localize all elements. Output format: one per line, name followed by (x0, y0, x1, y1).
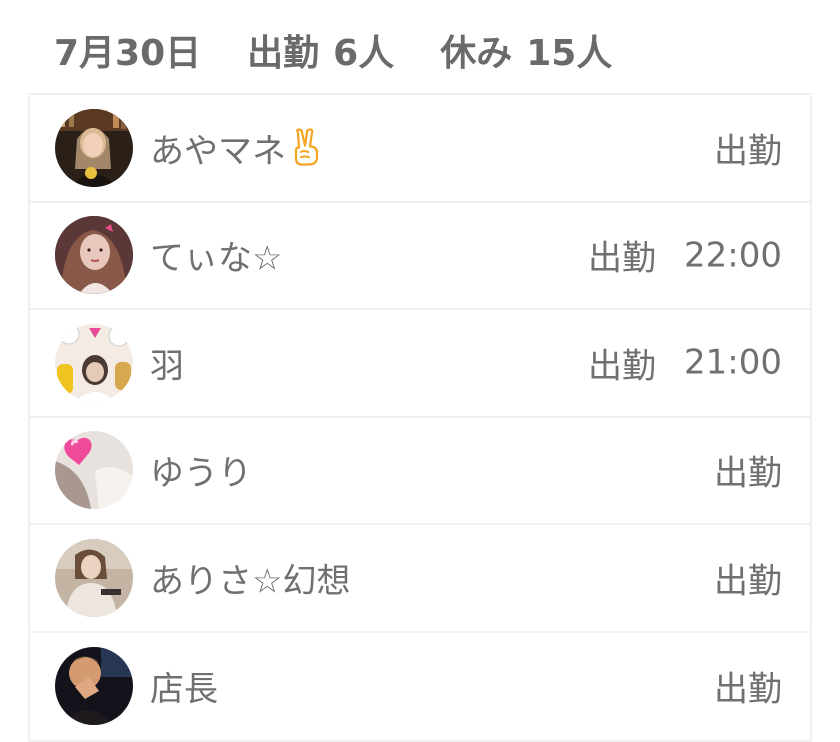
avatar[interactable] (55, 108, 133, 187)
working-label: 出勤 (247, 33, 320, 74)
start-time: 21:00 (684, 342, 782, 383)
staff-row[interactable]: ありさ☆幻想 出勤 (30, 525, 810, 633)
staff-row[interactable]: てぃな☆ 出勤 22:00 (30, 203, 810, 310)
start-time: 22:00 (684, 235, 782, 276)
status-label: 出勤 (714, 131, 782, 172)
staff-name: 店長 (150, 669, 218, 710)
attendance-status: 出勤 (714, 446, 782, 495)
staff-name: てぃな☆ (150, 238, 283, 279)
staff-name: ゆうり (150, 453, 252, 494)
off-summary: 休み 15人 (440, 24, 612, 76)
date-label: 7月30日 (54, 33, 202, 74)
avatar[interactable] (55, 538, 133, 617)
off-count: 15人 (526, 33, 613, 74)
avatar[interactable] (55, 323, 133, 402)
avatar[interactable] (55, 647, 133, 726)
staff-row[interactable]: 羽 出勤 21:00 (30, 310, 810, 418)
status-label: 出勤 (588, 346, 657, 387)
avatar[interactable] (55, 216, 133, 295)
staff-row[interactable]: 店長 出勤 (30, 633, 810, 741)
avatar[interactable] (55, 431, 133, 510)
attendance-status: 出勤 (714, 662, 782, 711)
status-label: 出勤 (714, 669, 782, 710)
staff-row[interactable]: あやマネ 出勤 (30, 95, 810, 203)
staff-name: あやマネ (150, 123, 324, 172)
off-label: 休み (440, 33, 513, 74)
attendance-status: 出勤 22:00 (588, 231, 782, 280)
victory-hand-icon (290, 128, 324, 167)
staff-name: ありさ☆幻想 (150, 561, 351, 602)
staff-row[interactable]: ゆうり 出勤 (30, 418, 810, 525)
working-summary: 出勤 6人 (247, 24, 394, 76)
staff-name: 羽 (150, 346, 184, 387)
status-label: 出勤 (588, 238, 657, 279)
schedule-header: 7月30日 出勤 6人 休み 15人 (54, 20, 612, 80)
attendance-status: 出勤 (714, 123, 782, 172)
status-label: 出勤 (714, 453, 782, 494)
staff-list: あやマネ 出勤 てぃな☆ 出勤 22:00 羽 出勤 21:00 ゆうり 出勤 … (28, 93, 812, 742)
status-label: 出勤 (714, 561, 782, 602)
attendance-status: 出勤 (714, 553, 782, 602)
working-count: 6人 (333, 33, 395, 74)
attendance-status: 出勤 21:00 (588, 338, 782, 387)
